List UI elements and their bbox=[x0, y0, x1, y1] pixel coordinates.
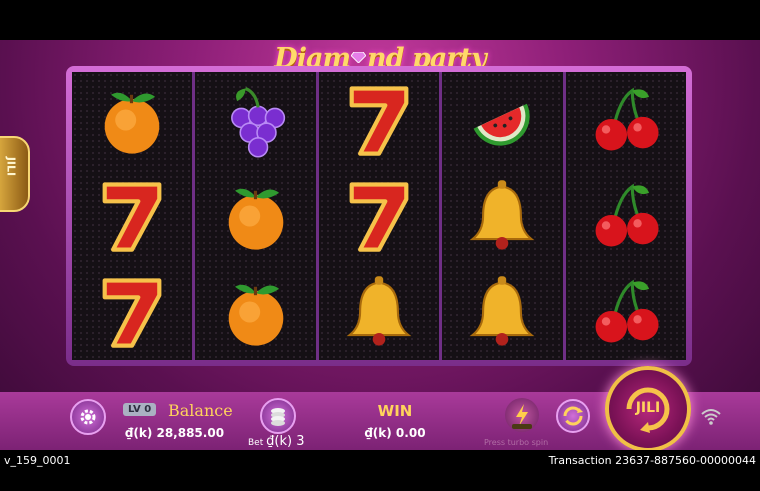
bet-value: ₫(k) 3 bbox=[266, 434, 305, 449]
reel-2 bbox=[195, 72, 316, 360]
bell-icon bbox=[346, 276, 412, 346]
grapes-icon bbox=[230, 87, 285, 158]
reel-1 bbox=[72, 72, 193, 360]
reel-cell bbox=[566, 168, 686, 264]
bet-prefix: Bet bbox=[248, 438, 264, 448]
reel-cell bbox=[319, 264, 439, 360]
reel-cell bbox=[72, 72, 192, 168]
side-menu-tab[interactable]: JILI bbox=[0, 136, 30, 212]
bet-button[interactable] bbox=[260, 398, 296, 434]
reel-cell bbox=[442, 264, 562, 360]
level-badge: LV 0 bbox=[123, 403, 157, 416]
turbo-hint: Press turbo spin bbox=[484, 438, 549, 447]
bell-icon bbox=[470, 180, 535, 250]
reel-cell bbox=[442, 72, 562, 168]
seven-icon bbox=[102, 182, 162, 252]
seven-icon bbox=[102, 278, 162, 348]
reel-cell bbox=[195, 264, 315, 360]
gear-icon bbox=[80, 409, 96, 425]
balance-value: ₫(k) 28,885.00 bbox=[125, 426, 225, 440]
reel-cell bbox=[566, 264, 686, 360]
reel-cell bbox=[195, 72, 315, 168]
orange-icon bbox=[228, 284, 283, 346]
reel-frame bbox=[66, 66, 692, 366]
wifi-icon bbox=[701, 409, 721, 425]
spin-button[interactable]: JILI bbox=[605, 366, 691, 450]
coins-icon bbox=[271, 408, 285, 426]
watermelon-icon bbox=[474, 103, 531, 146]
reel-3 bbox=[318, 72, 440, 360]
reel-cell bbox=[72, 168, 192, 264]
reel-cell bbox=[319, 168, 439, 264]
bell-icon bbox=[470, 276, 535, 346]
win-label: WIN bbox=[377, 402, 413, 420]
version-text: v_159_0001 bbox=[4, 454, 71, 467]
game-stage: Diam nd party JILI LV 0 Balance ₫(k) 28,8… bbox=[0, 40, 760, 450]
spin-label: JILI bbox=[635, 400, 661, 416]
reel-5 bbox=[565, 72, 687, 360]
cherry-icon bbox=[595, 183, 659, 247]
bet-amount: Bet ₫(k) 3 bbox=[248, 434, 304, 449]
reels bbox=[72, 72, 687, 360]
cherry-icon bbox=[595, 279, 659, 343]
side-tab-label: JILI bbox=[4, 156, 18, 177]
win-value: ₫(k) 0.00 bbox=[364, 426, 426, 440]
diamond-icon bbox=[351, 52, 367, 63]
autospin-icon bbox=[563, 406, 583, 426]
reel-cell bbox=[195, 168, 315, 264]
settings-button[interactable] bbox=[70, 399, 106, 435]
reel-cell bbox=[72, 264, 192, 360]
reel-4 bbox=[442, 72, 563, 360]
autospin-button[interactable] bbox=[556, 399, 590, 433]
balance-label: Balance bbox=[168, 401, 233, 420]
reel-cell bbox=[442, 168, 562, 264]
cherry-icon bbox=[595, 87, 659, 151]
reel-cell bbox=[566, 72, 686, 168]
orange-icon bbox=[228, 188, 283, 250]
seven-icon bbox=[349, 86, 409, 156]
transaction-id: Transaction 23637-887560-00000044 bbox=[548, 454, 756, 467]
reel-cell bbox=[319, 72, 439, 168]
seven-icon bbox=[349, 182, 409, 252]
turbo-button[interactable] bbox=[505, 398, 539, 432]
lightning-icon bbox=[512, 404, 532, 429]
orange-icon bbox=[104, 92, 160, 154]
